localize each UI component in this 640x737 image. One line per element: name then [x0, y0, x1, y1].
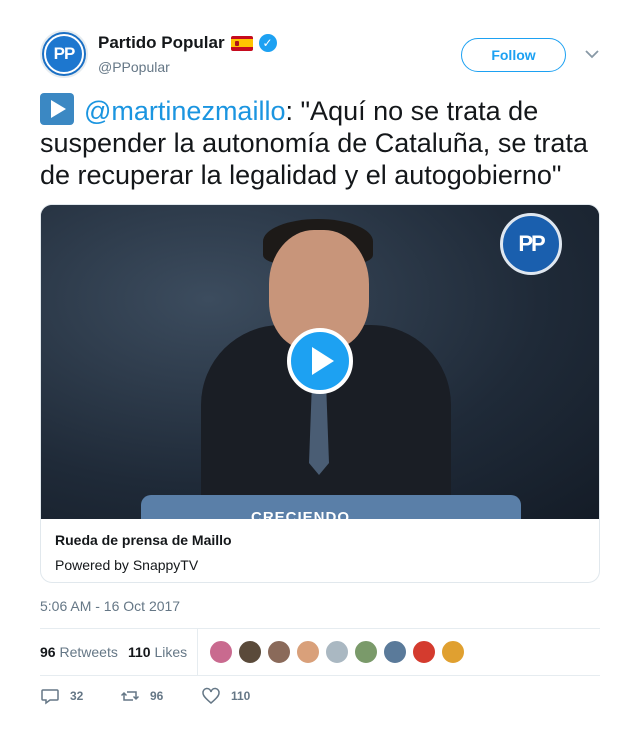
verified-badge-icon: ✓: [258, 34, 277, 52]
likes-count: 110: [128, 644, 151, 660]
card-subtitle: Powered by SnappyTV: [55, 557, 199, 573]
like-button[interactable]: 110: [201, 686, 250, 706]
retweet-icon: [120, 691, 140, 701]
play-button-emoji-icon: [40, 93, 74, 125]
video-player[interactable]: CRECIENDO PP: [41, 205, 599, 519]
tweet-timestamp[interactable]: 5:06 AM - 16 Oct 2017: [40, 598, 180, 614]
card-title: Rueda de prensa de Maillo: [55, 532, 232, 548]
podium-text: CRECIENDO: [251, 509, 351, 519]
like-count: 110: [231, 689, 251, 703]
tweet-text: @martinezmaillo: "Aquí no se trata de su…: [40, 93, 605, 191]
liker-avatar[interactable]: [383, 640, 407, 664]
pp-logo-avatar: PP: [44, 34, 84, 74]
liker-avatar[interactable]: [412, 640, 436, 664]
likes-label: Likes: [154, 644, 188, 660]
mention-link[interactable]: @martinezmaillo: [84, 96, 285, 126]
retweet-count: 96: [150, 689, 164, 703]
tweet-header: PP Partido Popular ✓ @PPopular Follow: [40, 30, 600, 80]
video-card[interactable]: CRECIENDO PP Rueda de prensa de Maillo P…: [40, 204, 600, 583]
retweets-count: 96: [40, 644, 56, 660]
likes-stat[interactable]: 110 Likes: [128, 644, 187, 660]
liker-avatar[interactable]: [354, 640, 378, 664]
liker-avatar[interactable]: [325, 640, 349, 664]
retweets-label: Retweets: [59, 644, 118, 660]
chevron-down-icon[interactable]: [584, 44, 600, 64]
reply-icon: [41, 689, 59, 705]
reply-button[interactable]: 32: [40, 686, 83, 706]
liker-avatar[interactable]: [238, 640, 262, 664]
liker-avatar[interactable]: [209, 640, 233, 664]
heart-icon: [202, 687, 220, 704]
follow-button[interactable]: Follow: [461, 38, 566, 72]
liker-avatars: [209, 640, 465, 664]
author-avatar[interactable]: PP: [40, 30, 88, 78]
liker-avatar[interactable]: [267, 640, 291, 664]
play-button[interactable]: [287, 328, 353, 394]
reply-count: 32: [70, 689, 84, 703]
tweet-actions: 32 96 110: [40, 686, 600, 710]
retweet-button[interactable]: 96: [120, 686, 163, 706]
liker-avatar[interactable]: [441, 640, 465, 664]
liker-avatar[interactable]: [296, 640, 320, 664]
tweet-stats: 96 Retweets 110 Likes: [40, 628, 600, 676]
stats-divider: [197, 629, 198, 675]
pp-watermark-logo: PP: [500, 213, 562, 275]
spain-flag-icon: [230, 35, 253, 51]
retweets-stat[interactable]: 96 Retweets: [40, 644, 118, 660]
author-name-row: Partido Popular ✓: [98, 33, 277, 53]
card-body[interactable]: Rueda de prensa de Maillo Powered by Sna…: [41, 519, 599, 582]
author-handle[interactable]: @PPopular: [98, 59, 170, 75]
author-display-name[interactable]: Partido Popular: [98, 33, 225, 53]
